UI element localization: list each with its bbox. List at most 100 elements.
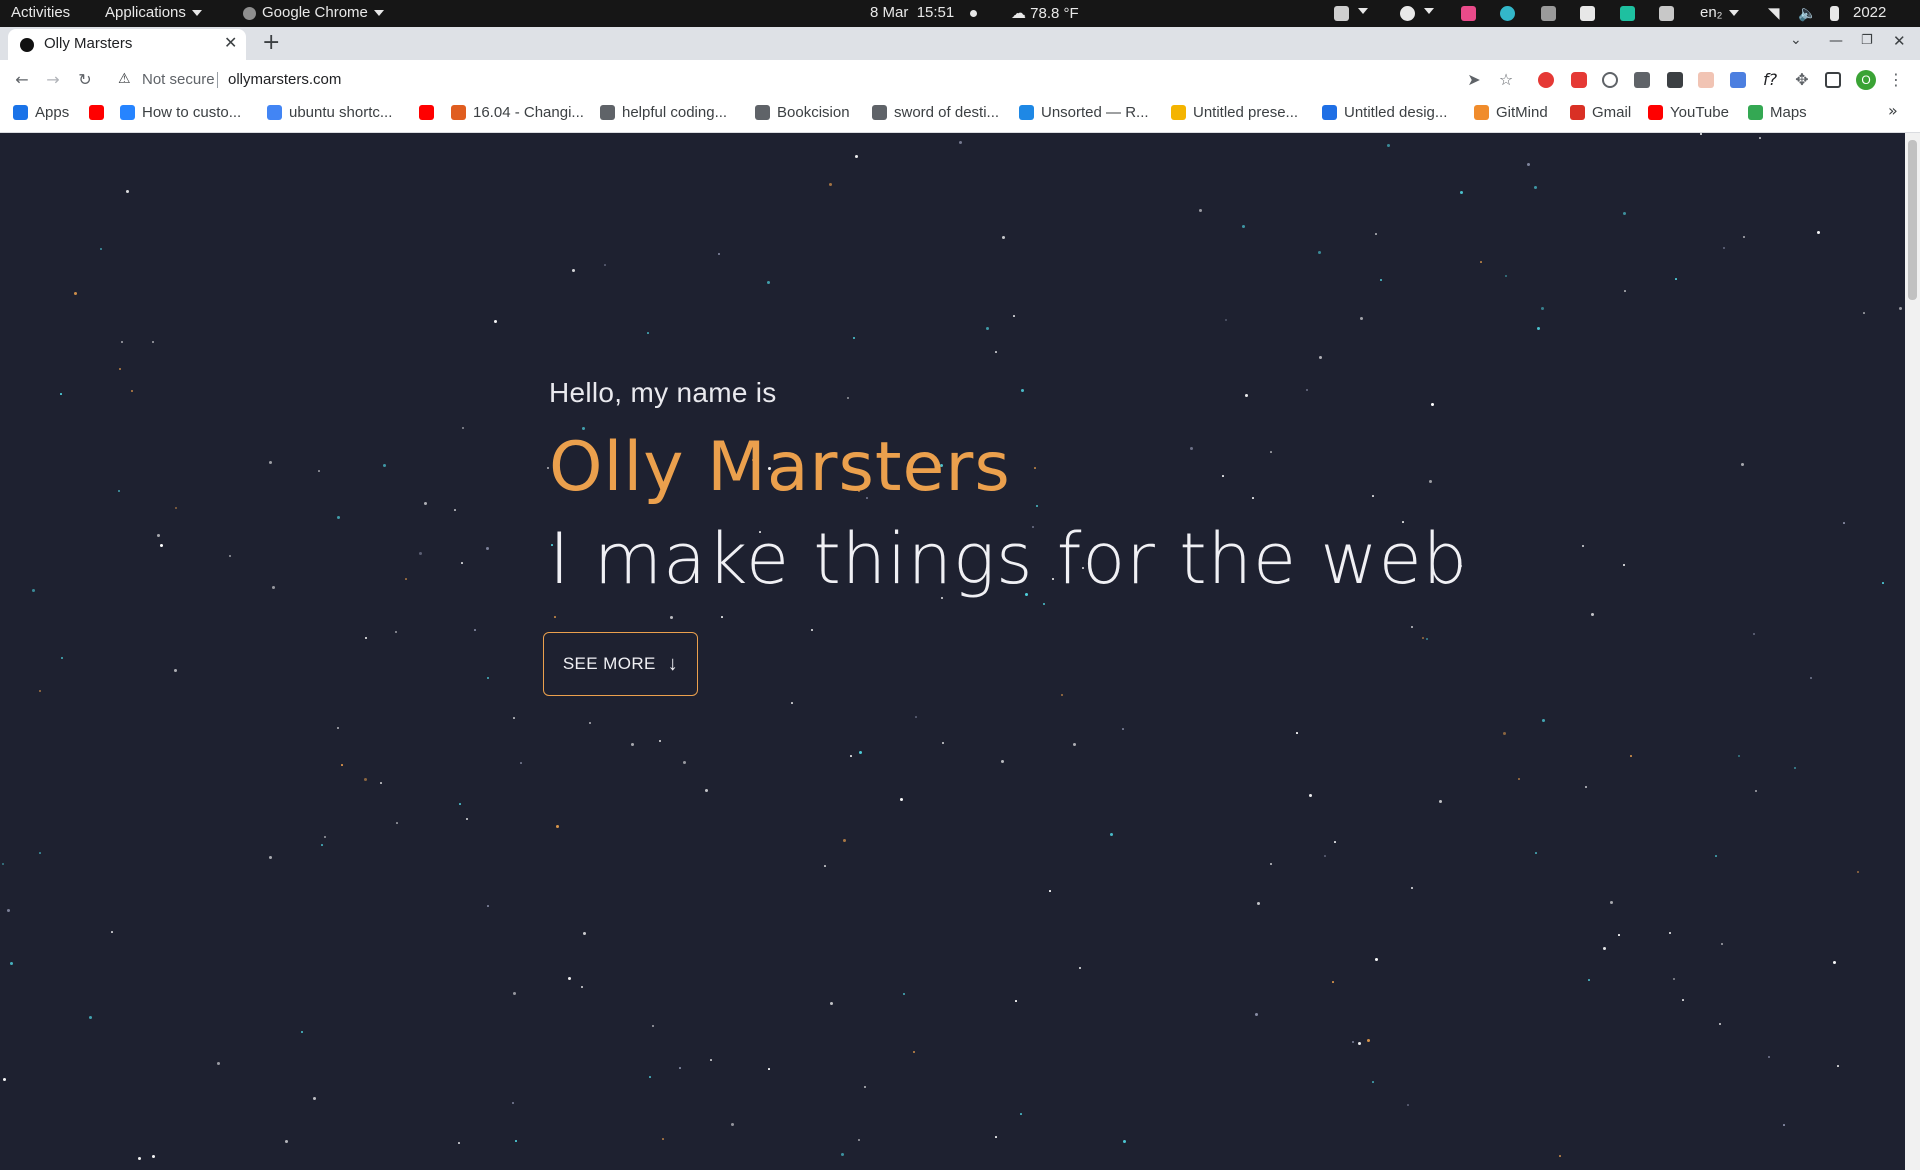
bookmark-item[interactable]: YouTube [1648,102,1729,122]
bookmark-item[interactable]: Untitled prese... [1171,102,1298,122]
bookmark-item[interactable]: GitMind [1474,102,1548,122]
more-bookmarks-icon[interactable]: » [1888,101,1898,120]
extension-red-icon[interactable] [1571,72,1587,88]
youtube-icon [89,104,104,120]
see-more-button[interactable]: SEE MORE ↓ [543,632,698,696]
star-dot [1863,312,1865,314]
time: 15:51 [916,4,955,21]
star-dot [1034,467,1036,469]
restore-icon[interactable]: ❐ [1861,33,1873,48]
star-dot [1585,786,1587,788]
h-extension-icon[interactable] [1634,72,1650,88]
new-tab-button[interactable]: + [262,30,280,55]
star-dot [1199,209,1202,212]
star-dot [1743,236,1745,238]
bookmark-item[interactable]: Gmail [1570,102,1631,122]
star-dot [1334,841,1336,843]
bookmark-item[interactable]: Bookcision [755,102,850,122]
applications-menu[interactable]: Applications [105,4,202,21]
bookmark-item[interactable]: sword of desti... [872,102,999,122]
calendar-extension-icon[interactable] [1698,72,1714,88]
bookmark-item[interactable]: Maps [1748,102,1807,122]
star-dot [1411,887,1413,889]
bookmark-item[interactable]: helpful coding... [600,102,727,122]
app-name: Google Chrome [262,4,368,21]
bookmark-item[interactable]: ubuntu shortc... [267,102,392,122]
omnibox[interactable]: ⚠ Not secure ollymarsters.com [108,65,1503,95]
forward-icon[interactable]: → [43,70,63,90]
back-icon[interactable]: ← [12,70,32,90]
star-dot [119,368,121,370]
star-dot [1431,403,1434,406]
y-icon [872,104,887,120]
app-menu[interactable]: Google Chrome [243,4,384,21]
bookmark-item[interactable]: 16.04 - Changi... [451,102,584,122]
close-window-icon[interactable]: ✕ [1893,32,1906,50]
star-dot [1049,890,1051,892]
star-dot [487,677,489,679]
star-dot [152,1155,155,1158]
bookmark-label: 16.04 - Changi... [473,103,584,121]
bookmark-item[interactable] [89,102,104,122]
weather-indicator[interactable]: ☁ 78.8 °F [1011,4,1079,22]
bookmark-label: YouTube [1670,103,1729,121]
cloud-extension-icon[interactable] [1602,72,1618,88]
vpn-icon[interactable] [1400,6,1415,21]
star-dot [568,977,571,980]
battery-icon[interactable] [1830,6,1839,21]
star-dot [1222,475,1224,477]
bookmark-item[interactable]: How to custo... [120,102,241,122]
minimize-icon[interactable]: — [1829,33,1843,49]
star-dot [1794,767,1796,769]
clipboard-icon[interactable] [1541,6,1556,21]
raindrop-icon [1019,104,1034,120]
clock[interactable]: 8 Mar 15:51 [870,4,978,21]
star-dot [1542,719,1545,722]
language-selector[interactable]: en₂ [1700,4,1739,21]
bookmark-label: GitMind [1496,103,1548,121]
star-dot [217,1062,220,1065]
app-tray-icon[interactable] [1620,6,1635,21]
edit-extension-icon[interactable] [1667,72,1683,88]
side-panel-icon[interactable] [1825,72,1841,88]
star-dot [1422,637,1424,639]
star-dot [589,722,591,724]
activities-button[interactable]: Activities [11,4,70,21]
language-label: en₂ [1700,4,1723,21]
tab-olly-marsters[interactable]: Olly Marsters ✕ [8,29,246,60]
send-icon[interactable]: ➤ [1464,70,1484,90]
star-dot [1020,1113,1022,1115]
profile-avatar[interactable]: O [1856,70,1876,90]
star-dot [843,839,846,842]
dropbox-icon[interactable] [1580,6,1595,21]
bookmark-item[interactable]: Apps [13,102,69,122]
screen-icon[interactable] [1334,6,1349,21]
reload-icon[interactable]: ↻ [75,70,95,90]
star-dot [1352,1041,1354,1043]
play-extension-icon[interactable] [1730,72,1746,88]
camera-icon[interactable] [1659,6,1674,21]
bookmark-item[interactable] [419,102,434,122]
wifi-icon[interactable]: ◥ [1768,4,1780,22]
formula-extension-icon[interactable]: f? [1760,70,1780,90]
app-indicator-icon[interactable] [1461,6,1476,21]
cloud-sync-icon[interactable] [1500,6,1515,21]
star-dot [10,962,13,965]
volume-icon[interactable]: 🔈 [1798,4,1817,22]
star-dot [269,856,272,859]
bookmark-item[interactable]: Unsorted — R... [1019,102,1149,122]
bookmark-item[interactable]: Untitled desig... [1322,102,1447,122]
star-dot [313,1097,316,1100]
scrollbar-thumb[interactable] [1908,140,1917,300]
close-tab-icon[interactable]: ✕ [224,33,237,52]
menu-kebab-icon[interactable]: ⋮ [1886,70,1906,90]
gitmind-icon [1474,104,1489,120]
bookmark-star-icon[interactable]: ☆ [1496,70,1516,90]
star-dot [513,717,515,719]
weather-cloud-icon: ☁ [1011,5,1026,22]
star-dot [364,778,367,781]
tab-search-icon[interactable]: ⌄ [1790,32,1802,48]
extensions-puzzle-icon[interactable]: ✥ [1792,70,1812,90]
star-dot [1719,1023,1721,1025]
adblock-icon[interactable] [1538,72,1554,88]
